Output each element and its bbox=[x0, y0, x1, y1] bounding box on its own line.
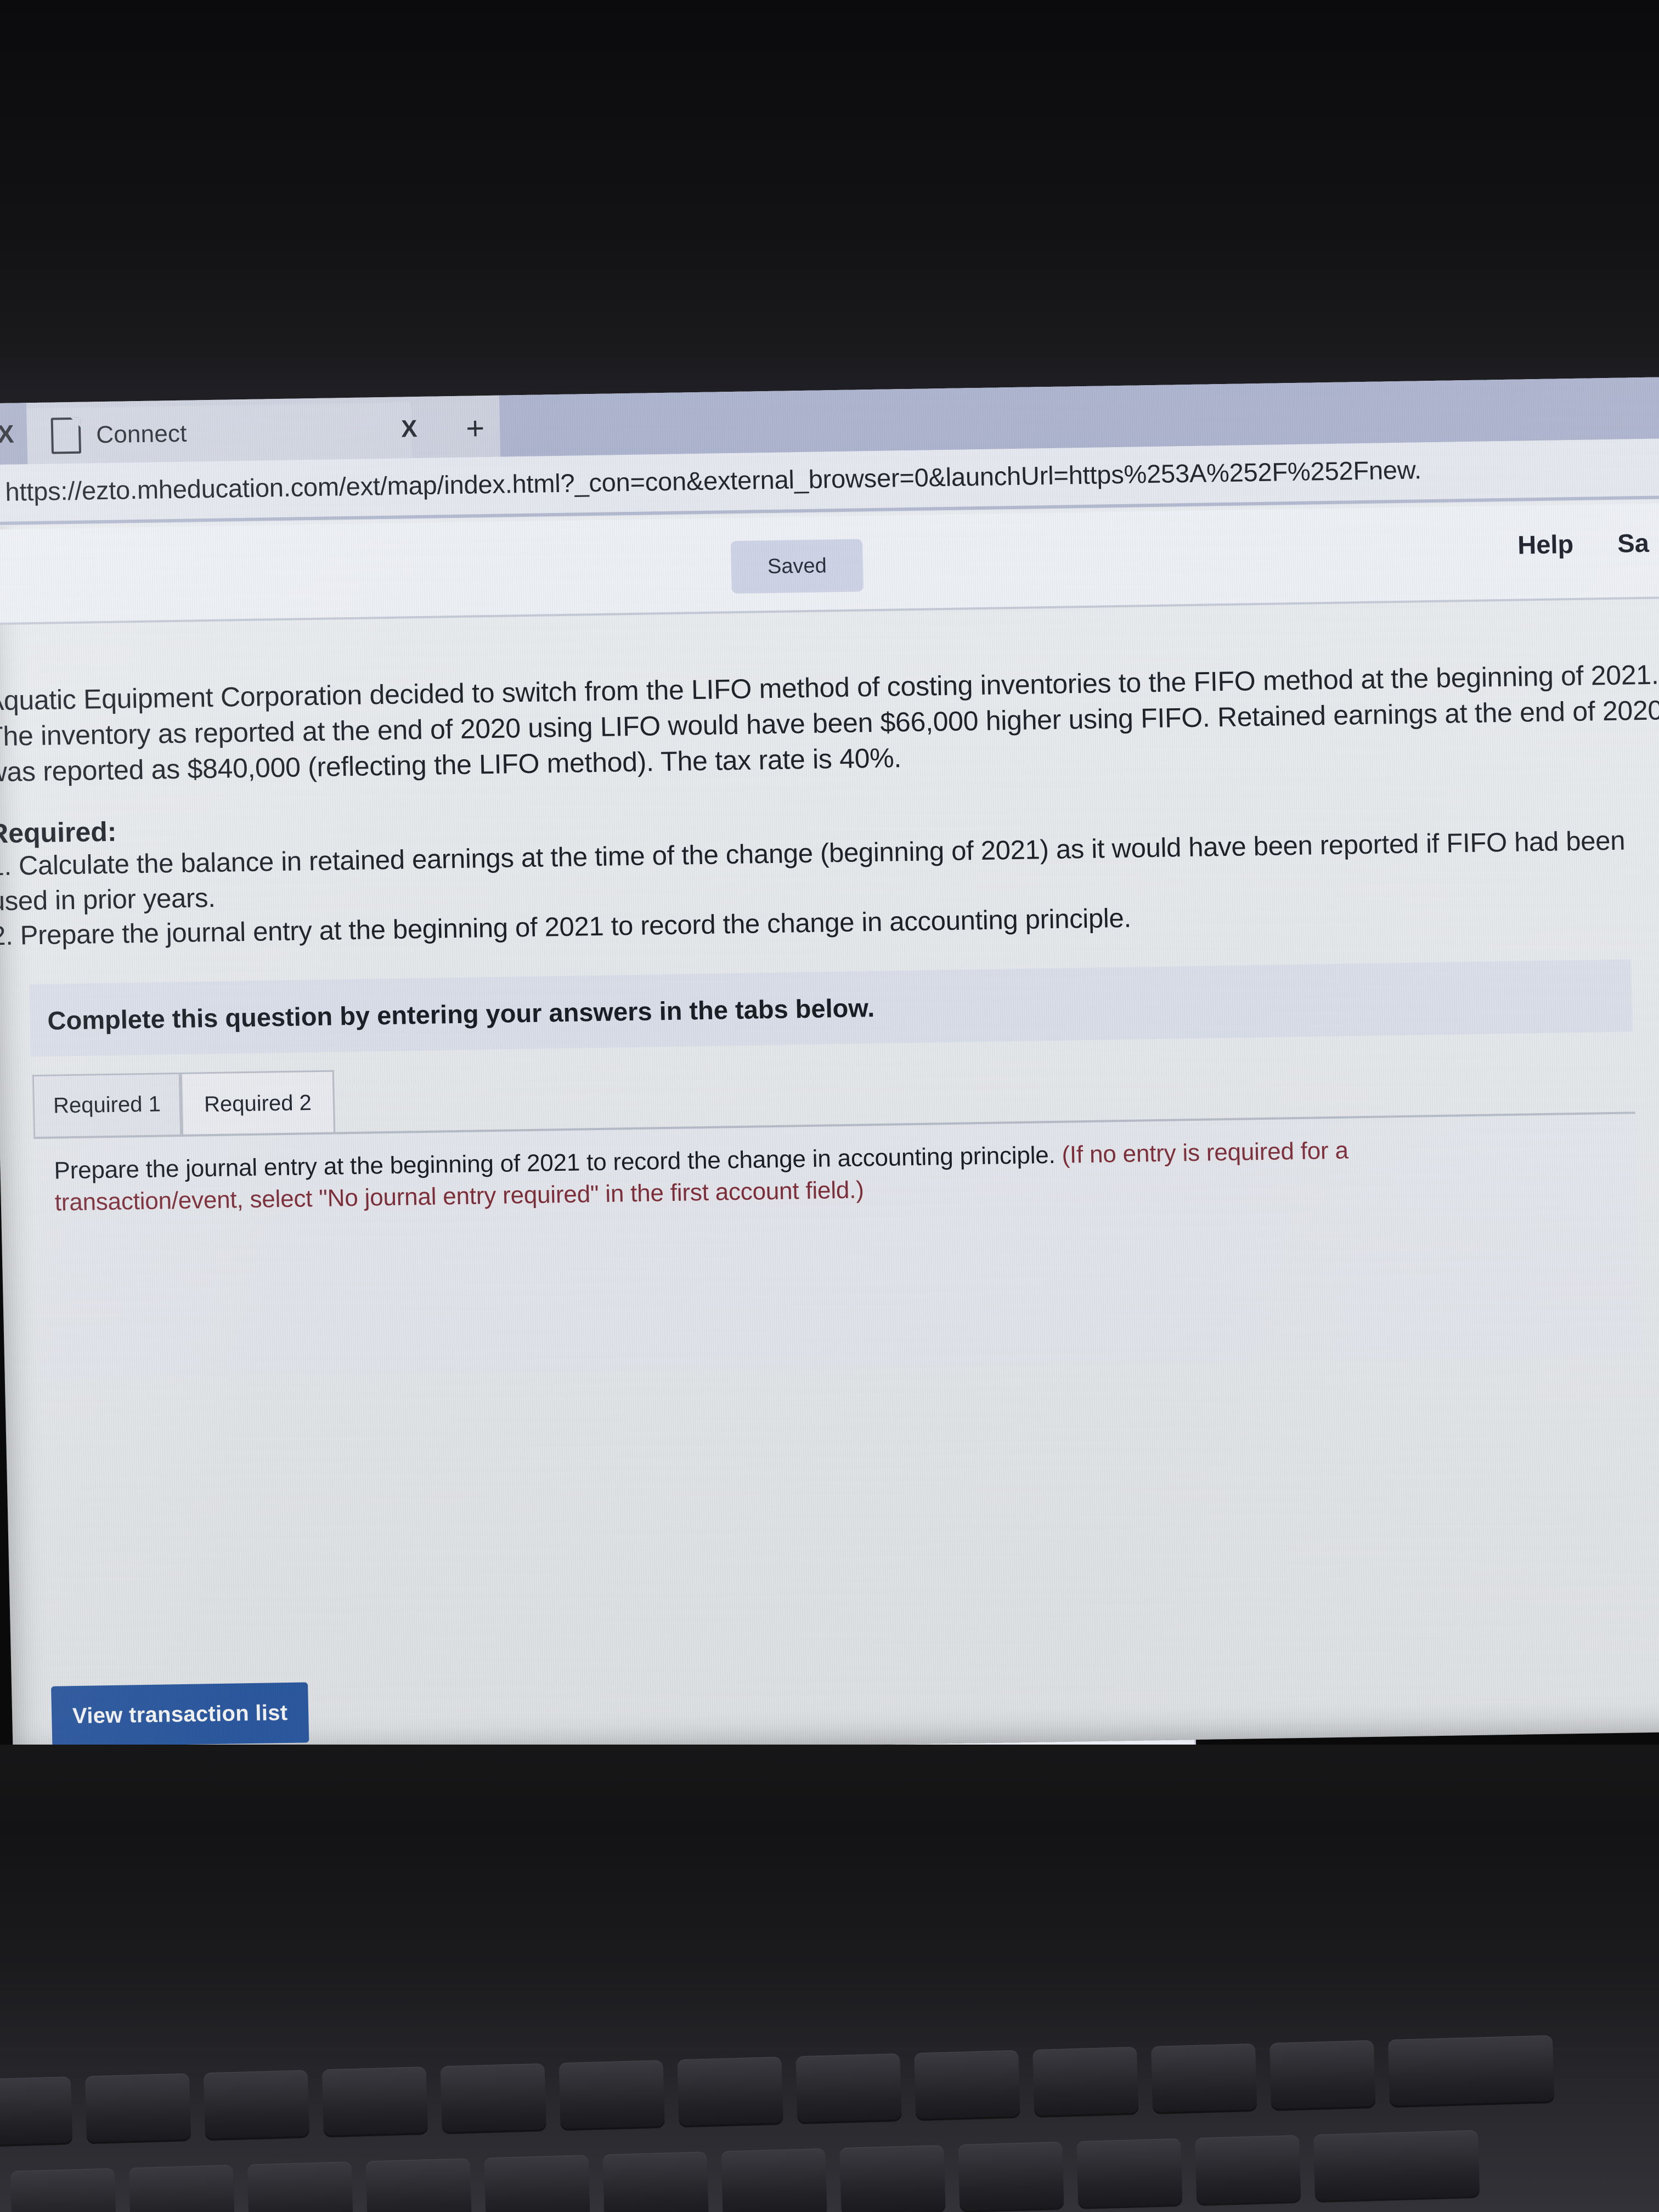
required-tabs: Required 1 Required 2 bbox=[32, 1064, 692, 1138]
browser-tab-connect[interactable]: Connect bbox=[26, 402, 412, 465]
screen-area: X Connect X + https://ezto.mheducation.c… bbox=[0, 376, 1659, 2186]
screen-bezel-top bbox=[0, 0, 1659, 417]
view-transaction-list-button[interactable]: View transaction list bbox=[51, 1682, 309, 1747]
question-body: Aquatic Equipment Corporation decided to… bbox=[0, 629, 1659, 954]
help-link[interactable]: Help bbox=[1517, 529, 1574, 560]
laptop-screen-photo: X Connect X + https://ezto.mheducation.c… bbox=[0, 0, 1659, 2212]
status-badge-saved: Saved bbox=[730, 539, 864, 594]
tab-title: Connect bbox=[95, 420, 188, 449]
page-icon bbox=[50, 417, 82, 454]
question-paragraph: Aquatic Equipment Corporation decided to… bbox=[0, 659, 1659, 788]
save-and-exit-link[interactable]: Sa bbox=[1617, 528, 1650, 558]
new-tab-button[interactable]: + bbox=[451, 409, 499, 448]
tab-close-icon[interactable]: X bbox=[401, 415, 417, 443]
panel-instruction: Prepare the journal entry at the beginni… bbox=[54, 1132, 1536, 1219]
complete-question-banner: Complete this question by entering your … bbox=[29, 959, 1633, 1057]
panel-instruction-main: Prepare the journal entry at the beginni… bbox=[54, 1141, 1056, 1184]
keyboard bbox=[0, 2024, 1659, 2212]
url-text: https://ezto.mheducation.com/ext/map/ind… bbox=[4, 455, 1422, 506]
window-close-button[interactable]: X bbox=[0, 403, 28, 465]
tab-required-1[interactable]: Required 1 bbox=[32, 1072, 182, 1138]
complete-question-banner-text: Complete this question by entering your … bbox=[47, 992, 875, 1035]
required-2-panel: Prepare the journal entry at the beginni… bbox=[33, 1111, 1641, 1381]
tab-required-2[interactable]: Required 2 bbox=[180, 1070, 336, 1136]
